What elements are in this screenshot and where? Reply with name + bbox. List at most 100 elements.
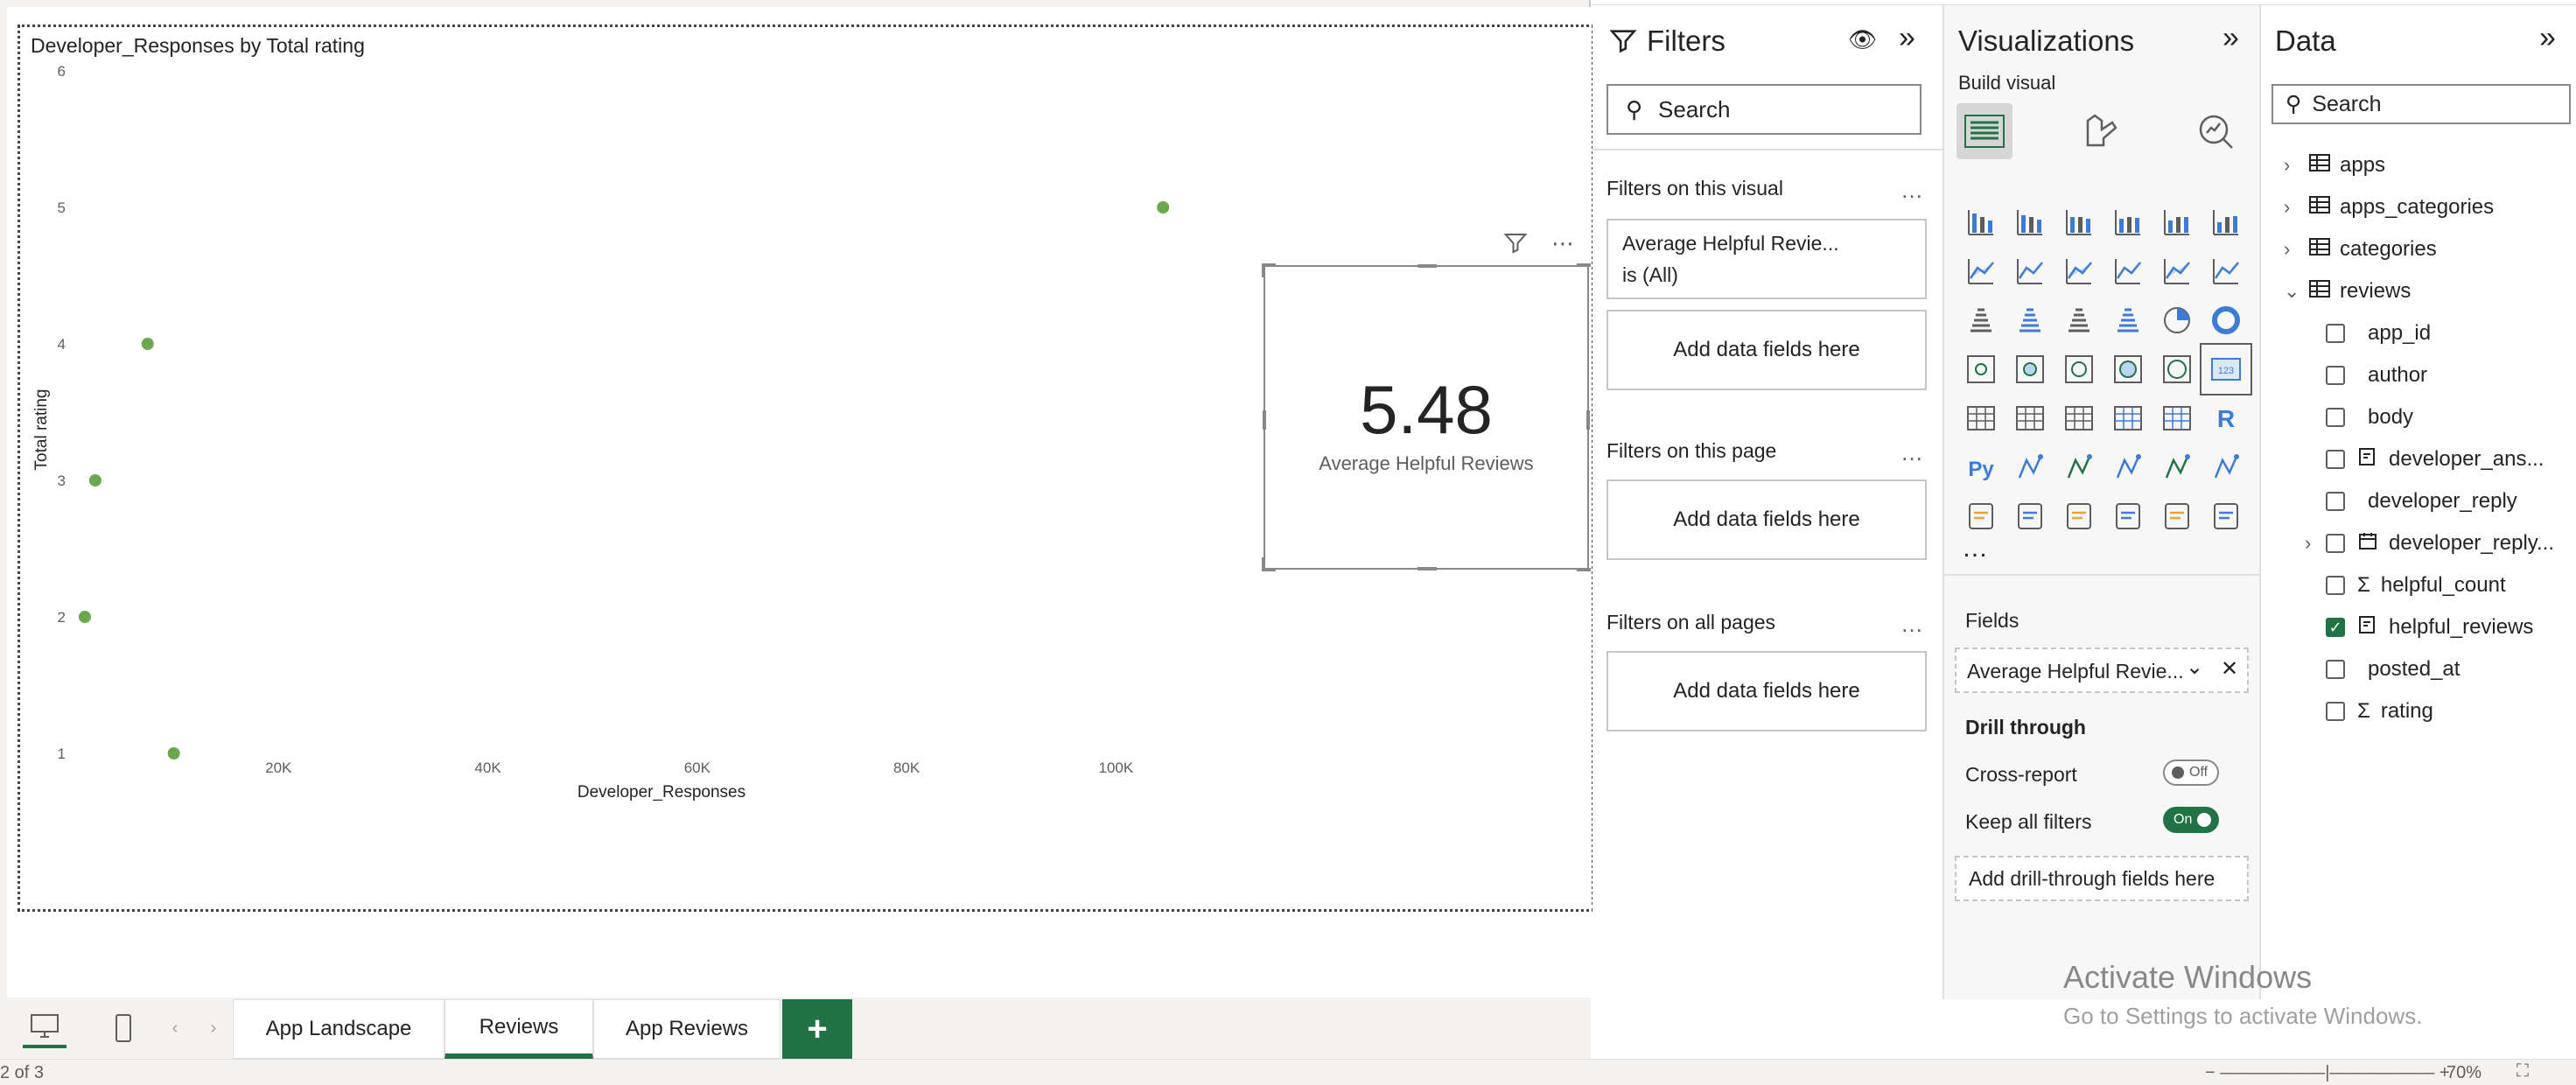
card-visual[interactable]: 5.48 Average Helpful Reviews — [1262, 263, 1591, 571]
line-chart-icon[interactable] — [1956, 247, 2006, 296]
zoom-slider[interactable]: − ——————|—————— + — [2205, 1063, 2450, 1083]
tab-reviews[interactable]: Reviews — [444, 999, 593, 1059]
field-row[interactable]: Σrating — [2261, 691, 2433, 732]
line-and-clustered-column-icon[interactable] — [2202, 247, 2250, 296]
fields-well[interactable]: Average Helpful Revie... ⌄ ✕ — [1955, 648, 2249, 693]
stacked-column-chart-icon[interactable] — [2006, 198, 2054, 247]
field-checkbox[interactable] — [2326, 408, 2345, 427]
clustered-bar-chart-icon[interactable] — [2054, 198, 2104, 247]
field-checkbox[interactable] — [2326, 492, 2345, 511]
key-influencers-icon[interactable] — [2006, 443, 2054, 492]
scatter-point[interactable] — [78, 611, 91, 623]
cross-report-toggle[interactable]: Off — [2163, 760, 2219, 786]
scatter-chart-icon[interactable] — [2104, 296, 2152, 345]
field-row[interactable]: developer_ans... — [2261, 439, 2544, 480]
kpi-icon[interactable] — [2006, 394, 2054, 443]
multi-row-card-icon[interactable] — [1956, 394, 2006, 443]
chevron-down-icon[interactable]: ⌄ — [2186, 654, 2203, 680]
chevron-right-icon[interactable]: › — [2305, 532, 2326, 555]
waterfall-chart-icon[interactable] — [2006, 296, 2054, 345]
analytics-icon[interactable] — [2188, 103, 2244, 159]
resize-handle[interactable] — [1418, 264, 1437, 268]
resize-handle[interactable] — [1262, 263, 1265, 277]
field-row[interactable]: posted_at — [2261, 649, 2460, 690]
qa-icon[interactable] — [2104, 443, 2152, 492]
field-checkbox[interactable] — [2326, 660, 2345, 679]
power-automate-icon[interactable] — [2054, 492, 2104, 541]
more-options-icon[interactable]: ⋯ — [1547, 228, 1578, 259]
card-icon[interactable]: 123 — [2200, 343, 2252, 396]
collapse-pane-icon[interactable]: » — [1899, 21, 1915, 55]
smart-narrative-icon[interactable] — [2152, 443, 2202, 492]
map-icon[interactable] — [2006, 345, 2054, 394]
funnel-chart-icon[interactable] — [2054, 296, 2104, 345]
scatter-point[interactable] — [88, 474, 102, 486]
resize-handle[interactable] — [1418, 567, 1437, 570]
more-options-icon[interactable]: … — [1900, 439, 1923, 466]
field-row[interactable]: ✓ helpful_reviews — [2261, 607, 2533, 648]
stacked-area-chart-icon[interactable] — [2054, 247, 2104, 296]
pie-chart-icon[interactable] — [2152, 296, 2202, 345]
filter-card[interactable]: Average Helpful Revie... is (All) — [1606, 219, 1927, 299]
gauge-icon[interactable] — [2152, 345, 2202, 394]
tab-app-landscape[interactable]: App Landscape — [233, 999, 444, 1059]
table-apps[interactable]: › apps — [2261, 145, 2385, 186]
line-and-stacked-column-icon[interactable] — [2152, 247, 2202, 296]
keep-all-filters-toggle[interactable]: On — [2163, 807, 2219, 833]
more-visual-c-icon[interactable] — [2202, 492, 2250, 541]
clustered-column-chart-icon[interactable] — [2104, 198, 2152, 247]
area-chart-icon[interactable] — [2006, 247, 2054, 296]
field-row[interactable]: author — [2261, 355, 2427, 396]
add-page-button[interactable]: + — [782, 999, 852, 1059]
field-checkbox[interactable] — [2326, 576, 2345, 595]
chevron-left-icon[interactable]: ‹ — [158, 1008, 192, 1048]
add-drill-through-field[interactable]: Add drill-through fields here — [1955, 856, 2249, 901]
data-search-input[interactable]: ⚲ Search — [2272, 84, 2571, 124]
more-visual-b-icon[interactable] — [2152, 492, 2202, 541]
chevron-right-icon[interactable]: › — [2284, 238, 2305, 261]
treemap-icon[interactable] — [1956, 345, 2006, 394]
format-visual-icon[interactable] — [2072, 103, 2128, 159]
field-checkbox[interactable] — [2326, 534, 2345, 553]
resize-handle[interactable] — [1262, 557, 1265, 571]
field-checkbox[interactable]: ✓ — [2326, 618, 2345, 637]
close-icon[interactable]: ✕ — [2221, 656, 2238, 682]
metrics-icon[interactable] — [2202, 443, 2250, 492]
add-page-filter-field[interactable]: Add data fields here — [1606, 480, 1927, 560]
resize-handle[interactable] — [1577, 263, 1591, 267]
chevron-right-icon[interactable]: › — [196, 1008, 231, 1048]
donut-chart-icon[interactable] — [2202, 296, 2250, 345]
100-stacked-area-chart-icon[interactable] — [2104, 247, 2152, 296]
matrix-icon[interactable] — [2152, 394, 2202, 443]
table-categories[interactable]: › categories — [2261, 229, 2437, 270]
ribbon-chart-icon[interactable] — [1956, 296, 2006, 345]
collapse-pane-icon[interactable]: » — [2539, 21, 2556, 55]
chevron-right-icon[interactable]: › — [2284, 154, 2305, 177]
field-row[interactable]: Σhelpful_count — [2261, 565, 2506, 606]
table-reviews[interactable]: ⌄ reviews — [2261, 271, 2411, 312]
azure-map-icon[interactable] — [2104, 345, 2152, 394]
more-options-icon[interactable]: … — [1900, 177, 1923, 204]
scatter-point[interactable] — [141, 338, 154, 350]
build-visual-tab-icon[interactable] — [1956, 103, 2012, 159]
more-visuals-icon[interactable]: … — [1962, 534, 1988, 564]
chevron-down-icon[interactable]: ⌄ — [2284, 280, 2305, 303]
collapse-pane-icon[interactable]: » — [2222, 21, 2239, 55]
filters-search-input[interactable]: ⚲ Search — [1606, 84, 1922, 135]
field-row[interactable]: body — [2261, 397, 2413, 438]
more-visual-a-icon[interactable] — [2104, 492, 2152, 541]
chevron-right-icon[interactable]: › — [2284, 196, 2305, 219]
r-visual-icon[interactable]: R — [2202, 394, 2250, 443]
power-apps-icon[interactable] — [2006, 492, 2054, 541]
table-icon[interactable] — [2104, 394, 2152, 443]
100-stacked-bar-chart-icon[interactable] — [2152, 198, 2202, 247]
desktop-layout-icon[interactable] — [23, 1008, 66, 1048]
slicer-icon[interactable] — [2054, 394, 2104, 443]
fit-to-page-icon[interactable]: ⛶ — [2516, 1061, 2529, 1082]
scatter-point[interactable] — [167, 747, 180, 760]
field-row[interactable]: › developer_reply... — [2261, 523, 2554, 564]
field-row[interactable]: app_id — [2261, 313, 2431, 354]
filled-map-icon[interactable] — [2054, 345, 2104, 394]
stacked-bar-chart-icon[interactable] — [1956, 198, 2006, 247]
filter-icon[interactable] — [1500, 228, 1531, 259]
